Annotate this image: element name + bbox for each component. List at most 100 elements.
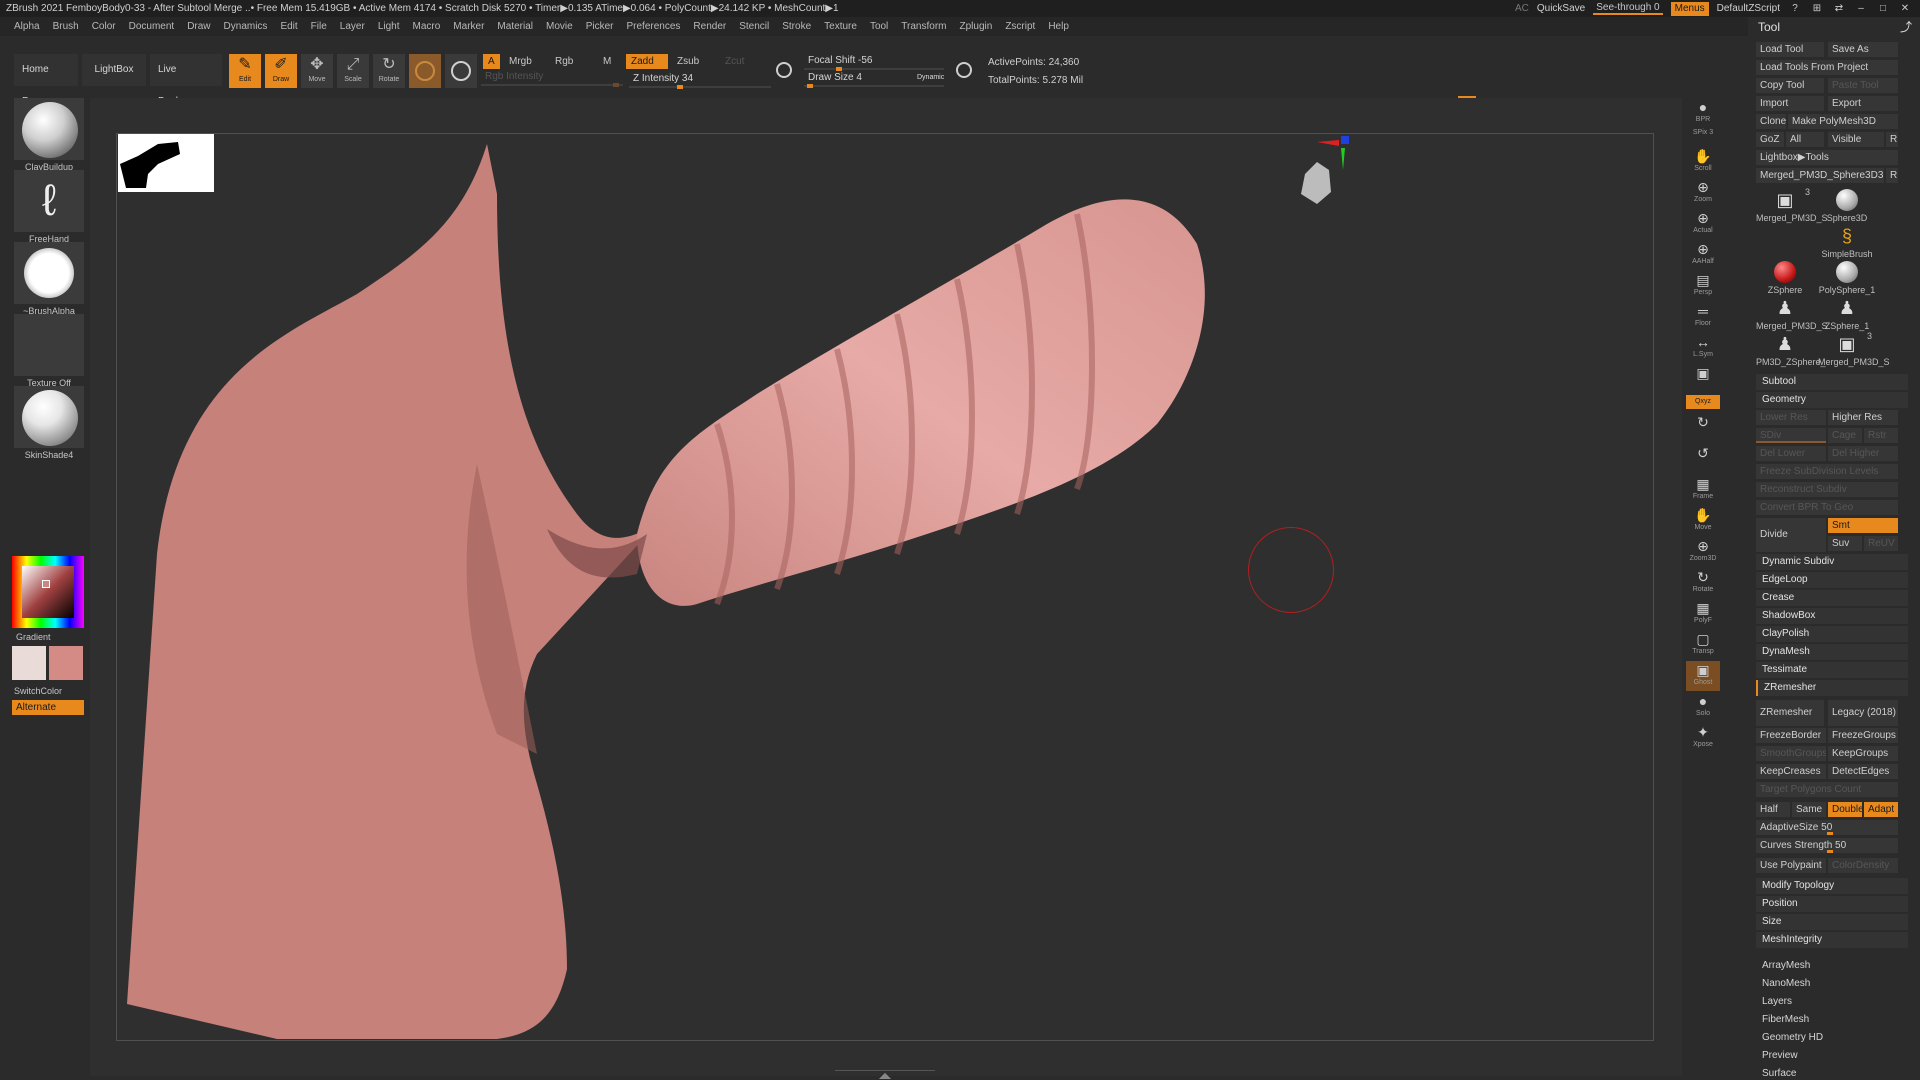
frame-button[interactable]: ▦ Frame xyxy=(1686,475,1720,505)
reuv-button[interactable]: ReUV xyxy=(1864,536,1898,551)
document-viewport[interactable] xyxy=(116,133,1654,1041)
geometry-hd-section[interactable]: Geometry HD xyxy=(1756,1030,1908,1046)
alpha-selector[interactable]: ~BrushAlpha xyxy=(14,242,84,316)
menu-alpha[interactable]: Alpha xyxy=(14,21,40,32)
goz-r-button[interactable]: R xyxy=(1886,132,1898,147)
menu-dynamics[interactable]: Dynamics xyxy=(224,21,268,32)
menu-material[interactable]: Material xyxy=(497,21,533,32)
smoothgroups-slider[interactable]: SmoothGroups xyxy=(1756,746,1826,761)
double-button[interactable]: Double xyxy=(1828,802,1862,817)
polyf-button[interactable]: ▦ PolyF xyxy=(1686,599,1720,629)
brush-selector[interactable]: ClayBuildup xyxy=(14,98,84,172)
rotate-button[interactable]: ↻ Rotate xyxy=(373,54,405,88)
tool-thumbnail[interactable]: ♟ Merged_PM3D_S xyxy=(1756,297,1828,331)
tool-thumbnail[interactable]: ▣ Merged_PM3D_S 3 xyxy=(1818,331,1890,367)
export-button[interactable]: Export xyxy=(1828,96,1898,111)
menu-preferences[interactable]: Preferences xyxy=(626,21,680,32)
material-selector[interactable]: SkinShade4 xyxy=(14,386,84,460)
modify-topology-section[interactable]: Modify Topology xyxy=(1756,878,1908,894)
freezeborder-toggle[interactable]: FreezeBorder xyxy=(1756,728,1826,743)
tool-thumbnail[interactable]: ♟ ZSphere_1 xyxy=(1818,297,1876,331)
del-lower-button[interactable]: Del Lower xyxy=(1756,446,1826,461)
arraymesh-section[interactable]: ArrayMesh xyxy=(1756,958,1908,974)
help-icon[interactable]: ? xyxy=(1788,3,1802,14)
texture-selector[interactable]: Texture Off xyxy=(14,314,84,388)
legacy-2018-button[interactable]: Legacy (2018) xyxy=(1828,700,1898,726)
move-button[interactable]: ✋ Move xyxy=(1686,506,1720,536)
same-button[interactable]: Same xyxy=(1792,802,1826,817)
menu-render[interactable]: Render xyxy=(693,21,726,32)
keepcreases-toggle[interactable]: KeepCreases xyxy=(1756,764,1826,779)
menus-button[interactable]: Menus xyxy=(1670,1,1709,16)
menu-transform[interactable]: Transform xyxy=(901,21,946,32)
tool-thumbnail[interactable]: § SimpleBrush xyxy=(1818,225,1876,259)
navigation-gizmo[interactable] xyxy=(1295,134,1355,214)
menu-layer[interactable]: Layer xyxy=(340,21,365,32)
maximize-icon[interactable]: □ xyxy=(1876,3,1890,14)
minimize-icon[interactable]: – xyxy=(1854,3,1868,14)
tool-thumbnail[interactable]: ▣ Merged_PM3D_S 3 xyxy=(1756,187,1828,223)
menu-stroke[interactable]: Stroke xyxy=(782,21,811,32)
import-button[interactable]: Import xyxy=(1756,96,1824,111)
convert-bpr-button[interactable]: Convert BPR To Geo xyxy=(1756,500,1898,515)
rot1-button[interactable]: ↻ xyxy=(1686,413,1720,443)
geometry-section[interactable]: Geometry xyxy=(1756,392,1908,408)
shadowbox-section[interactable]: ShadowBox xyxy=(1756,608,1908,624)
edgeloop-section[interactable]: EdgeLoop xyxy=(1756,572,1908,588)
zoom-button[interactable]: ⊕ Zoom xyxy=(1686,178,1720,208)
focal-shift-icon[interactable] xyxy=(772,56,798,86)
layers-section[interactable]: Layers xyxy=(1756,994,1908,1010)
dynamesh-section[interactable]: DynaMesh xyxy=(1756,644,1908,660)
claypolish-section[interactable]: ClayPolish xyxy=(1756,626,1908,642)
cage-button[interactable]: Cage xyxy=(1828,428,1862,443)
goz-all-button[interactable]: All xyxy=(1786,132,1824,147)
menu-edit[interactable]: Edit xyxy=(280,21,297,32)
goz-visible-button[interactable]: Visible xyxy=(1828,132,1884,147)
menu-marker[interactable]: Marker xyxy=(453,21,484,32)
half-button[interactable]: Half xyxy=(1756,802,1790,817)
gradient-label[interactable]: Gradient xyxy=(16,632,86,642)
lsym-button[interactable]: ↔ L.Sym xyxy=(1686,333,1720,363)
rgb-toggle[interactable]: Rgb xyxy=(550,54,578,69)
tessimate-section[interactable]: Tessimate xyxy=(1756,662,1908,678)
keepgroups-toggle[interactable]: KeepGroups xyxy=(1828,746,1898,761)
switchcolor-button[interactable]: SwitchColor xyxy=(14,686,84,696)
surface-section[interactable]: Surface xyxy=(1756,1066,1908,1080)
lock-button[interactable]: ▣ xyxy=(1686,364,1720,394)
menu-document[interactable]: Document xyxy=(129,21,175,32)
ghost-button[interactable]: ▣ Ghost xyxy=(1686,661,1720,691)
meshintegrity-section[interactable]: MeshIntegrity xyxy=(1756,932,1908,948)
floor-button[interactable]: ═ Floor xyxy=(1686,302,1720,332)
make-polymesh-button[interactable]: Make PolyMesh3D xyxy=(1788,114,1898,129)
zoom3d-button[interactable]: ⊕ Zoom3D xyxy=(1686,537,1720,567)
tool-thumbnail[interactable]: PolySphere_1 xyxy=(1818,261,1876,295)
bottom-tray-handle[interactable]: ◢◣ xyxy=(835,1070,935,1080)
secondary-color-swatch[interactable] xyxy=(49,646,83,680)
preview-section[interactable]: Preview xyxy=(1756,1048,1908,1064)
transp-button[interactable]: ▢ Transp xyxy=(1686,630,1720,660)
quicksave-button[interactable]: QuickSave xyxy=(1537,3,1585,14)
seethrough-slider[interactable]: See-through 0 xyxy=(1593,2,1663,15)
a-toggle[interactable]: A xyxy=(483,54,500,69)
clone-button[interactable]: Clone xyxy=(1756,114,1786,129)
menu-brush[interactable]: Brush xyxy=(53,21,79,32)
rstr-button[interactable]: Rstr xyxy=(1864,428,1898,443)
dynamic-subdiv-section[interactable]: Dynamic Subdiv xyxy=(1756,554,1908,570)
detectedges-toggle[interactable]: DetectEdges xyxy=(1828,764,1898,779)
xpose-button[interactable]: ✦ Xpose xyxy=(1686,723,1720,753)
close-icon[interactable]: ✕ xyxy=(1898,3,1912,14)
menu-zplugin[interactable]: Zplugin xyxy=(960,21,993,32)
current-tool-r-button[interactable]: R xyxy=(1886,168,1898,183)
scale-button[interactable]: ⤢ Scale xyxy=(337,54,369,88)
menu-texture[interactable]: Texture xyxy=(824,21,857,32)
edit-button[interactable]: ✎ Edit xyxy=(229,54,261,88)
lower-res-button[interactable]: Lower Res xyxy=(1756,410,1826,425)
menu-help[interactable]: Help xyxy=(1048,21,1069,32)
zcut-toggle[interactable]: Zcut xyxy=(720,54,749,69)
menu-zscript[interactable]: Zscript xyxy=(1005,21,1035,32)
lightbox-tools-button[interactable]: Lightbox▶Tools xyxy=(1756,150,1898,165)
solo-button[interactable]: ● Solo xyxy=(1686,692,1720,722)
persp-button[interactable]: ▤ Persp xyxy=(1686,271,1720,301)
mrgb-toggle[interactable]: Mrgb xyxy=(504,54,537,69)
menu-file[interactable]: File xyxy=(311,21,327,32)
